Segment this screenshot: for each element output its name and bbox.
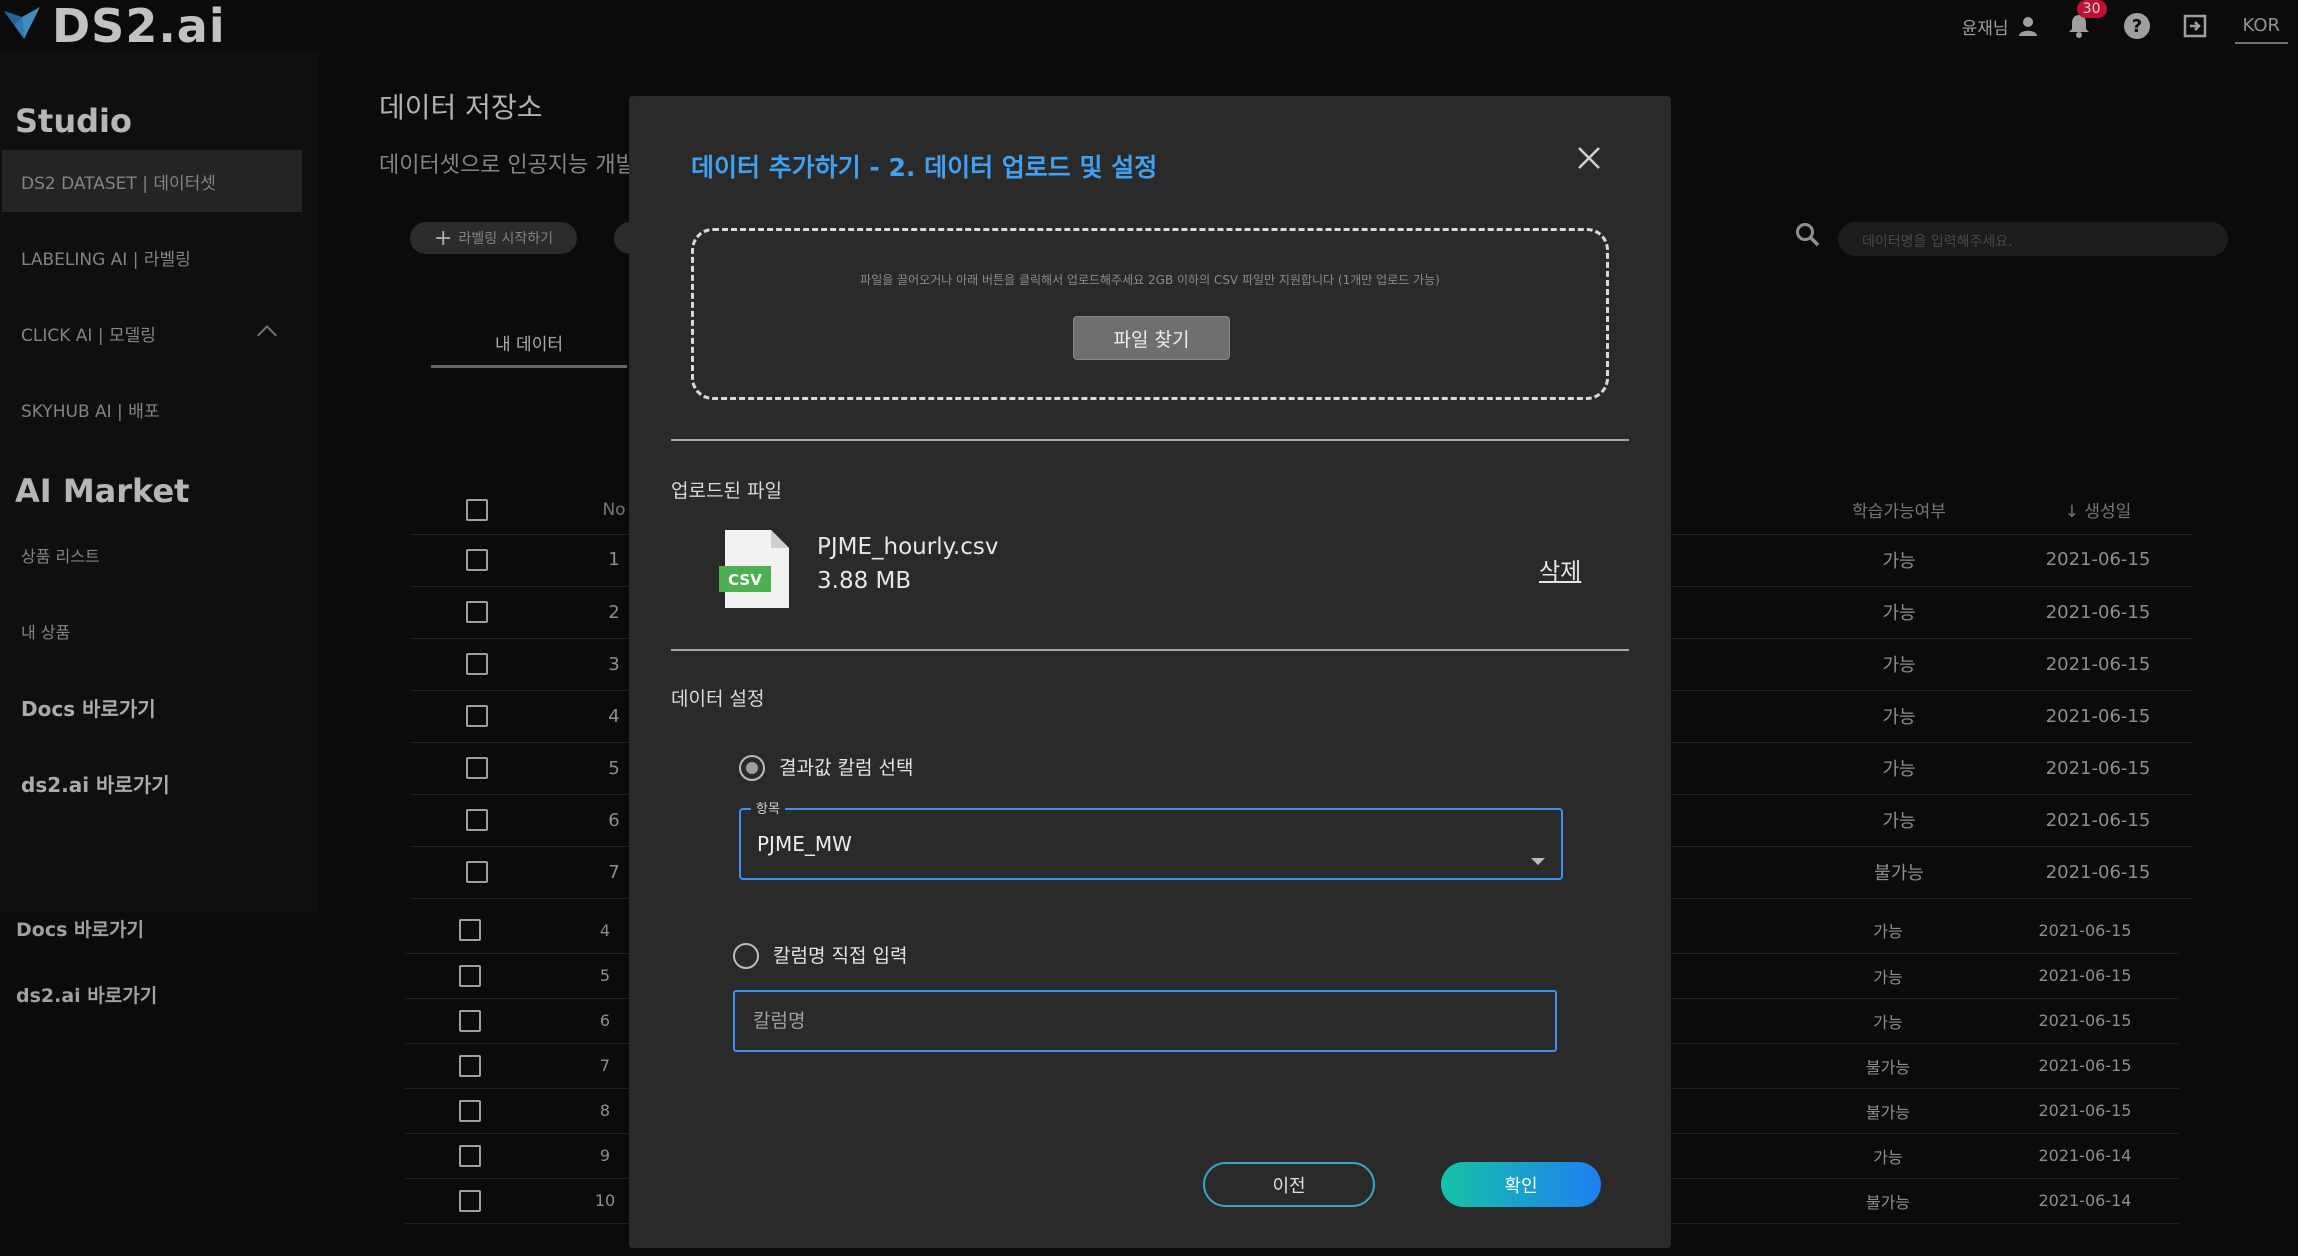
caret-down-icon[interactable] <box>1531 858 1545 865</box>
radio-select-column[interactable] <box>739 755 765 781</box>
divider <box>671 439 1629 441</box>
prev-button[interactable]: 이전 <box>1203 1162 1375 1207</box>
result-column-select[interactable]: 항목 PJME_MW <box>739 798 1563 880</box>
delete-file-link[interactable]: 삭제 <box>1539 552 1581 586</box>
radio-direct-input[interactable] <box>733 943 759 969</box>
upload-hint: 파일을 끌어오거나 아래 버튼을 클릭해서 업로드해주세요 2GB 이하의 CS… <box>860 273 1440 287</box>
radio-select-column-label[interactable]: 결과값 칼럼 선택 <box>779 753 913 780</box>
close-icon[interactable] <box>1575 144 1603 172</box>
modal-title: 데이터 추가하기 - 2. 데이터 업로드 및 설정 <box>691 153 1158 182</box>
find-file-button[interactable]: 파일 찾기 <box>1073 316 1230 360</box>
uploaded-file-section-label: 업로드된 파일 <box>671 480 782 502</box>
csv-badge: CSV <box>728 571 762 589</box>
csv-file-icon: CSV <box>719 530 789 608</box>
select-legend: 항목 <box>751 798 785 817</box>
divider <box>671 649 1629 651</box>
file-drop-zone[interactable]: 파일을 끌어오거나 아래 버튼을 클릭해서 업로드해주세요 2GB 이하의 CS… <box>691 228 1609 400</box>
column-name-input[interactable] <box>733 990 1557 1052</box>
select-value: PJME_MW <box>757 832 852 856</box>
file-size: 3.88 MB <box>817 568 912 594</box>
confirm-button[interactable]: 확인 <box>1441 1162 1601 1207</box>
add-data-modal: 데이터 추가하기 - 2. 데이터 업로드 및 설정 파일을 끌어오거나 아래 … <box>629 96 1671 1248</box>
data-settings-section-label: 데이터 설정 <box>671 688 765 710</box>
file-name: PJME_hourly.csv <box>817 534 999 560</box>
radio-direct-input-label[interactable]: 칼럼명 직접 입력 <box>773 941 907 968</box>
